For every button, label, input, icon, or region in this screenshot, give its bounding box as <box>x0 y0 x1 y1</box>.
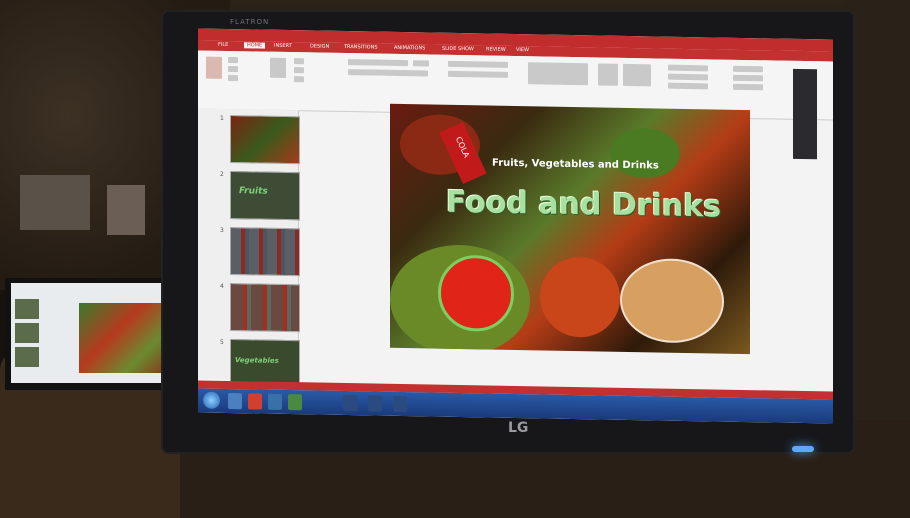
format-painter-button[interactable] <box>228 74 238 82</box>
thumb-number: 3 <box>220 226 224 234</box>
arrange-button[interactable] <box>598 63 618 86</box>
app-icon[interactable] <box>393 395 407 413</box>
paste-button[interactable] <box>206 56 222 79</box>
powerpoint-taskbar-icon[interactable] <box>248 393 262 410</box>
app-icon[interactable] <box>343 394 357 412</box>
bg-thumb <box>15 347 39 367</box>
tab-animations[interactable]: ANIMATIONS <box>394 45 425 52</box>
thumb-number: 4 <box>220 282 224 290</box>
tab-home[interactable]: HOME <box>244 42 266 49</box>
powerpoint-window: FILE HOME INSERT DESIGN TRANSITIONS ANIM… <box>198 28 833 424</box>
explorer-icon[interactable] <box>268 393 282 410</box>
thumb-title: Vegetables <box>235 356 279 365</box>
burger-icon <box>620 257 724 344</box>
right-wall <box>845 0 910 420</box>
font-format-group[interactable] <box>348 69 428 77</box>
select-button[interactable] <box>733 83 763 91</box>
section-button[interactable] <box>294 76 304 83</box>
tab-insert[interactable]: INSERT <box>274 43 292 49</box>
quick-styles-button[interactable] <box>623 63 651 87</box>
shapes-gallery[interactable] <box>528 62 588 86</box>
current-slide[interactable]: COLA Fruits, Vegetables and Drinks Food … <box>390 103 750 355</box>
wall-sign <box>107 185 145 235</box>
wall-notice <box>20 175 90 230</box>
thumb-number: 5 <box>220 338 224 346</box>
bg-slide <box>79 303 174 373</box>
shape-fill-button[interactable] <box>668 64 708 72</box>
bg-thumb <box>15 299 39 319</box>
media-icon[interactable] <box>288 394 302 411</box>
photo-scene: FLATRON LG FILE HOME INSERT DESIGN TRANS… <box>0 0 910 518</box>
layout-button[interactable] <box>294 58 304 65</box>
side-toolbar <box>793 68 817 160</box>
bg-thumb <box>15 323 39 343</box>
can-label: COLA <box>453 135 472 160</box>
new-slide-button[interactable] <box>270 57 286 78</box>
flames-blob <box>540 256 620 338</box>
tab-view[interactable]: VIEW <box>516 47 529 53</box>
start-button[interactable] <box>203 391 220 409</box>
power-led-icon <box>792 446 814 452</box>
thumb-title: Fruits <box>239 186 268 197</box>
tab-transitions[interactable]: TRANSITIONS <box>344 44 378 51</box>
slide-thumbnails-pane: 1 2 Fruits 3 4 5 Vegetables <box>198 108 300 389</box>
slide-thumbnail[interactable]: Fruits <box>230 171 300 221</box>
slide-thumbnail[interactable] <box>230 227 300 277</box>
slide-thumbnail[interactable] <box>230 115 300 165</box>
slide-thumbnail[interactable] <box>230 283 300 333</box>
shape-outline-button[interactable] <box>668 73 708 81</box>
cut-button[interactable] <box>228 56 238 64</box>
copy-button[interactable] <box>228 65 238 73</box>
font-size-select[interactable] <box>413 60 429 67</box>
shape-effects-button[interactable] <box>668 82 708 90</box>
reset-button[interactable] <box>294 67 304 74</box>
background-monitor-screen <box>11 283 174 383</box>
tab-design[interactable]: DESIGN <box>310 43 329 49</box>
font-family-select[interactable] <box>348 59 408 67</box>
monitor-brand: FLATRON <box>230 18 270 26</box>
slide-subtitle: Fruits, Vegetables and Drinks <box>492 157 659 172</box>
tab-slide-show[interactable]: SLIDE SHOW <box>442 46 474 53</box>
ie-icon[interactable] <box>228 392 242 410</box>
replace-button[interactable] <box>733 74 763 82</box>
lg-logo: LG <box>508 420 529 436</box>
slide-title: Food and Drinks <box>446 184 722 225</box>
apple-icon <box>438 254 514 332</box>
tab-review[interactable]: REVIEW <box>486 46 506 52</box>
thumb-number: 1 <box>220 114 224 122</box>
paragraph-group[interactable] <box>448 60 508 68</box>
app-icon[interactable] <box>368 395 382 412</box>
background-monitor <box>5 278 180 390</box>
thumb-number: 2 <box>220 170 224 178</box>
find-button[interactable] <box>733 65 763 73</box>
tab-file[interactable]: FILE <box>218 42 228 48</box>
alignment-group[interactable] <box>448 70 508 78</box>
